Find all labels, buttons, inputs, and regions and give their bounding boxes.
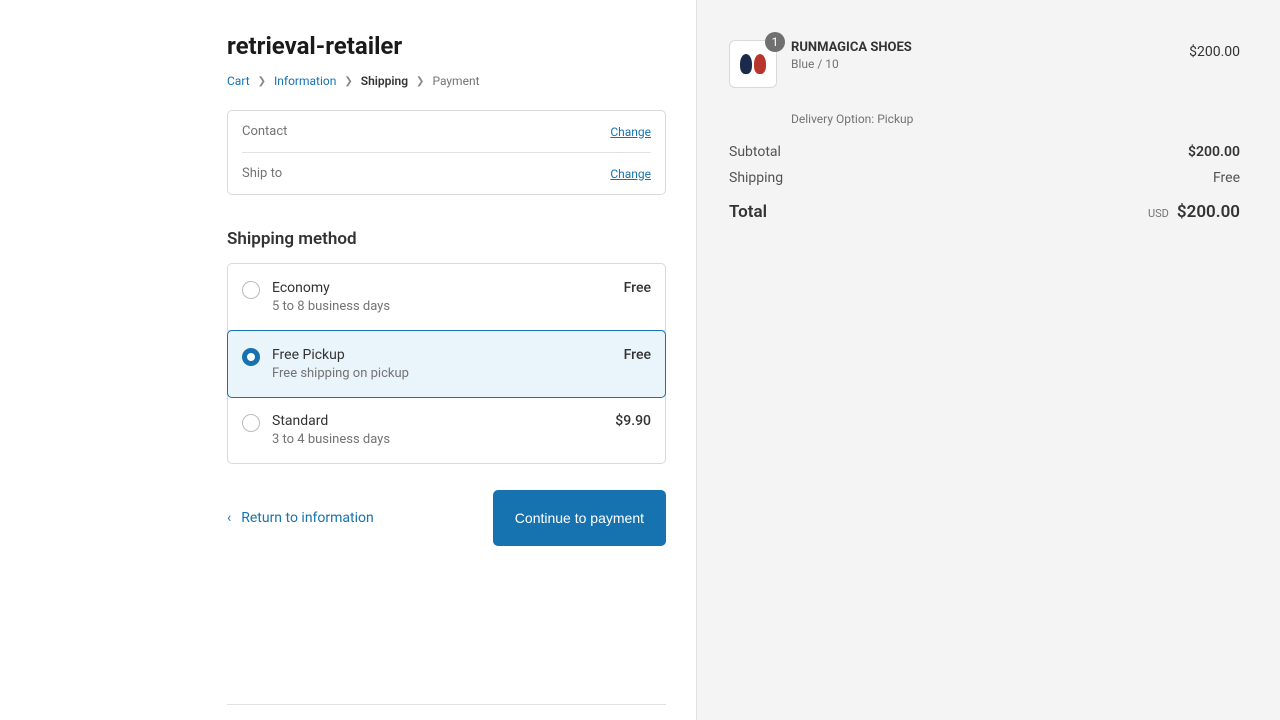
change-contact-link[interactable]: Change xyxy=(610,125,651,139)
shipping-option-standard[interactable]: Standard 3 to 4 business days $9.90 xyxy=(228,397,665,463)
breadcrumb-shipping: Shipping xyxy=(361,74,408,88)
contact-ship-summary: Contact Change Ship to Change xyxy=(227,110,666,195)
shipto-row: Ship to Change xyxy=(242,153,651,194)
cart-item: 1 RUNMAGICA SHOES Blue / 10 $200.00 xyxy=(729,40,1240,88)
delivery-option-note: Delivery Option: Pickup xyxy=(791,112,1240,126)
continue-to-payment-button[interactable]: Continue to payment xyxy=(493,490,666,546)
shipping-option-desc: Free shipping on pickup xyxy=(272,366,624,381)
radio-icon xyxy=(242,414,260,432)
shipping-option-free-pickup[interactable]: Free Pickup Free shipping on pickup Free xyxy=(227,330,666,398)
shipping-option-price: Free xyxy=(624,347,651,363)
breadcrumb-information[interactable]: Information xyxy=(274,74,336,88)
chevron-right-icon: ❯ xyxy=(416,76,424,87)
subtotal-value: $200.00 xyxy=(1188,144,1240,160)
breadcrumb-payment: Payment xyxy=(432,74,479,88)
product-variant: Blue / 10 xyxy=(791,57,1175,71)
shipping-option-name: Standard xyxy=(272,413,615,429)
shipto-label: Ship to xyxy=(242,166,304,181)
chevron-right-icon: ❯ xyxy=(258,76,266,87)
contact-row: Contact Change xyxy=(242,111,651,153)
breadcrumb: Cart ❯ Information ❯ Shipping ❯ Payment xyxy=(227,74,666,88)
total-row: Total USD $200.00 xyxy=(729,202,1240,222)
shipping-option-desc: 5 to 8 business days xyxy=(272,299,624,314)
radio-icon xyxy=(242,348,260,366)
change-shipto-link[interactable]: Change xyxy=(610,167,651,181)
subtotal-label: Subtotal xyxy=(729,144,781,160)
contact-label: Contact xyxy=(242,124,304,139)
total-value: $200.00 xyxy=(1177,202,1240,222)
return-to-information-link[interactable]: ‹ Return to information xyxy=(227,510,374,526)
shipping-option-price: $9.90 xyxy=(615,413,651,429)
shipping-option-economy[interactable]: Economy 5 to 8 business days Free xyxy=(228,264,665,331)
shipping-summary-label: Shipping xyxy=(729,170,783,186)
quantity-badge: 1 xyxy=(765,32,785,52)
currency-code: USD xyxy=(1148,207,1169,220)
breadcrumb-cart[interactable]: Cart xyxy=(227,74,250,88)
shipping-row: Shipping Free xyxy=(729,170,1240,186)
chevron-left-icon: ‹ xyxy=(227,510,231,526)
product-name: RUNMAGICA SHOES xyxy=(791,40,1175,55)
store-title: retrieval-retailer xyxy=(227,32,666,60)
shipping-option-name: Economy xyxy=(272,280,624,296)
shipping-option-desc: 3 to 4 business days xyxy=(272,432,615,447)
subtotal-row: Subtotal $200.00 xyxy=(729,144,1240,160)
shipping-options: Economy 5 to 8 business days Free Free P… xyxy=(227,263,666,464)
chevron-right-icon: ❯ xyxy=(344,76,352,87)
product-price: $200.00 xyxy=(1189,44,1240,60)
return-link-label: Return to information xyxy=(241,510,374,526)
radio-icon xyxy=(242,281,260,299)
shipping-option-name: Free Pickup xyxy=(272,347,624,363)
footer-divider xyxy=(227,704,666,705)
total-label: Total xyxy=(729,202,767,222)
shipping-method-heading: Shipping method xyxy=(227,229,666,249)
shipping-summary-value: Free xyxy=(1213,170,1240,186)
shipping-option-price: Free xyxy=(624,280,651,296)
